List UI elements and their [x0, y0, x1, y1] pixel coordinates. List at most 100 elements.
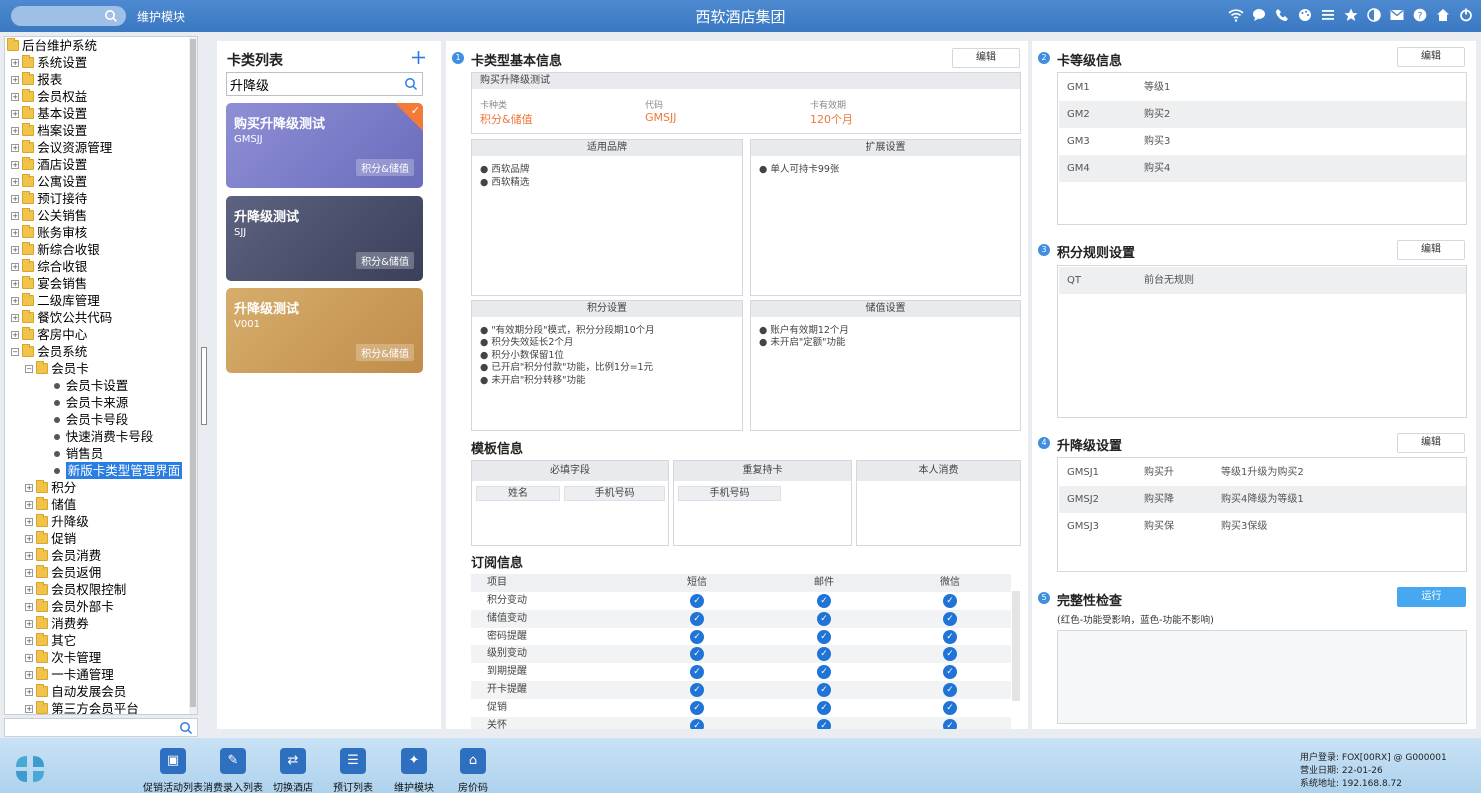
tree-node[interactable]: + 宴会销售: [11, 275, 87, 292]
expand-icon[interactable]: +: [11, 109, 20, 118]
expand-icon[interactable]: +: [11, 211, 20, 220]
tree-node[interactable]: + 档案设置: [11, 122, 87, 139]
tree-node[interactable]: + 消费券: [25, 615, 89, 632]
tree-node[interactable]: + 会员返佣: [25, 564, 101, 581]
chat-icon[interactable]: [1250, 6, 1268, 24]
expand-icon[interactable]: +: [25, 568, 34, 577]
power-icon[interactable]: [1457, 6, 1475, 24]
tree-node[interactable]: + 会员消费: [25, 547, 101, 564]
subscription-checkbox[interactable]: ✓: [816, 628, 832, 646]
subscription-checkbox[interactable]: ✓: [816, 717, 832, 729]
expand-icon[interactable]: +: [11, 58, 20, 67]
subscription-checkbox[interactable]: ✓: [942, 592, 958, 610]
tree-scrollbar-thumb[interactable]: [190, 39, 196, 707]
tree-node[interactable]: + 促销: [25, 530, 76, 547]
tree-node[interactable]: + 餐饮公共代码: [11, 309, 112, 326]
help-icon[interactable]: ?: [1411, 6, 1429, 24]
tree-node[interactable]: + 自动发展会员: [25, 683, 126, 700]
tree-node[interactable]: + 公关销售: [11, 207, 87, 224]
search-icon[interactable]: [404, 77, 418, 91]
expand-icon[interactable]: +: [11, 296, 20, 305]
tree-scrollbar[interactable]: [189, 37, 197, 714]
expand-icon[interactable]: +: [25, 653, 34, 662]
subscription-checkbox[interactable]: ✓: [942, 663, 958, 681]
tree-node[interactable]: + 第三方会员平台: [25, 700, 139, 714]
points-rule-edit-button[interactable]: 编辑: [1397, 240, 1465, 260]
level-info-edit-button[interactable]: 编辑: [1397, 47, 1465, 67]
subscription-checkbox[interactable]: ✓: [689, 645, 705, 663]
subscription-checkbox[interactable]: ✓: [942, 717, 958, 729]
panel-splitter[interactable]: [201, 347, 207, 425]
tree-node[interactable]: − 会员系统: [11, 343, 87, 360]
subscription-checkbox[interactable]: ✓: [942, 681, 958, 699]
mail-icon[interactable]: [1388, 6, 1406, 24]
tree-leaf[interactable]: 快速消费卡号段: [52, 428, 153, 445]
home-icon[interactable]: [1434, 6, 1452, 24]
subscription-checkbox[interactable]: ✓: [689, 663, 705, 681]
bottom-button[interactable]: ⇄ 切换酒店: [263, 748, 323, 793]
expand-icon[interactable]: +: [25, 551, 34, 560]
expand-icon[interactable]: +: [11, 313, 20, 322]
subscription-scrollbar[interactable]: [1012, 591, 1020, 701]
expand-icon[interactable]: +: [11, 75, 20, 84]
expand-icon[interactable]: +: [11, 126, 20, 135]
expand-icon[interactable]: +: [25, 704, 34, 713]
expand-icon[interactable]: +: [11, 194, 20, 203]
subscription-checkbox[interactable]: ✓: [689, 628, 705, 646]
tree-node[interactable]: + 次卡管理: [25, 649, 101, 666]
subscription-checkbox[interactable]: ✓: [816, 699, 832, 717]
expand-icon[interactable]: +: [11, 262, 20, 271]
expand-icon[interactable]: +: [11, 279, 20, 288]
tree-node[interactable]: + 积分: [25, 479, 76, 496]
bottom-button[interactable]: ▣ 促销活动列表: [143, 748, 203, 793]
tree-leaf[interactable]: 会员卡设置: [52, 377, 128, 394]
subscription-checkbox[interactable]: ✓: [816, 645, 832, 663]
subscription-checkbox[interactable]: ✓: [689, 592, 705, 610]
card-item[interactable]: 升降级测试 SJJ 积分&储值: [226, 196, 423, 281]
tree-node[interactable]: + 升降级: [25, 513, 89, 530]
expand-icon[interactable]: +: [25, 585, 34, 594]
tree-node[interactable]: + 客房中心: [11, 326, 87, 343]
bottom-button[interactable]: ☰ 预订列表: [323, 748, 383, 793]
expand-icon[interactable]: +: [25, 687, 34, 696]
tree-root[interactable]: 后台维护系统: [7, 37, 97, 54]
tree-node[interactable]: + 一卡通管理: [25, 666, 114, 683]
subscription-checkbox[interactable]: ✓: [942, 699, 958, 717]
expand-icon[interactable]: +: [11, 245, 20, 254]
tree-node[interactable]: + 综合收银: [11, 258, 87, 275]
expand-icon[interactable]: +: [11, 92, 20, 101]
search-icon[interactable]: [179, 721, 193, 735]
star-icon[interactable]: [1342, 6, 1360, 24]
subscription-checkbox[interactable]: ✓: [689, 717, 705, 729]
expand-icon[interactable]: +: [11, 177, 20, 186]
collapse-icon[interactable]: −: [25, 364, 34, 373]
tree-search-input[interactable]: [4, 718, 198, 737]
tree-node[interactable]: + 其它: [25, 632, 76, 649]
card-item-selected[interactable]: 购买升降级测试 GMSJJ 积分&储值 ✓: [226, 103, 423, 188]
tree-node[interactable]: + 会员外部卡: [25, 598, 114, 615]
upgrade-edit-button[interactable]: 编辑: [1397, 433, 1465, 453]
expand-icon[interactable]: +: [11, 143, 20, 152]
tree-node[interactable]: + 会员权益: [11, 88, 87, 105]
tree-node[interactable]: + 新综合收银: [11, 241, 100, 258]
expand-icon[interactable]: +: [25, 636, 34, 645]
run-integrity-button[interactable]: 运行: [1397, 587, 1466, 607]
tree-node[interactable]: + 基本设置: [11, 105, 87, 122]
subscription-checkbox[interactable]: ✓: [942, 645, 958, 663]
basic-info-edit-button[interactable]: 编辑: [952, 48, 1020, 68]
subscription-checkbox[interactable]: ✓: [816, 681, 832, 699]
subscription-checkbox[interactable]: ✓: [942, 610, 958, 628]
collapse-icon[interactable]: −: [11, 347, 20, 356]
expand-icon[interactable]: +: [11, 160, 20, 169]
tree-node[interactable]: + 储值: [25, 496, 76, 513]
bottom-button[interactable]: ✦ 维护模块: [384, 748, 444, 793]
subscription-checkbox[interactable]: ✓: [816, 663, 832, 681]
bottom-button[interactable]: ✎ 消费录入列表: [203, 748, 263, 793]
subscription-checkbox[interactable]: ✓: [942, 628, 958, 646]
expand-icon[interactable]: +: [25, 670, 34, 679]
tree-node[interactable]: + 酒店设置: [11, 156, 87, 173]
tree-leaf[interactable]: 会员卡来源: [52, 394, 128, 411]
tree-node[interactable]: + 会议资源管理: [11, 139, 112, 156]
tree-node[interactable]: + 预订接待: [11, 190, 87, 207]
tree-node[interactable]: + 账务审核: [11, 224, 87, 241]
